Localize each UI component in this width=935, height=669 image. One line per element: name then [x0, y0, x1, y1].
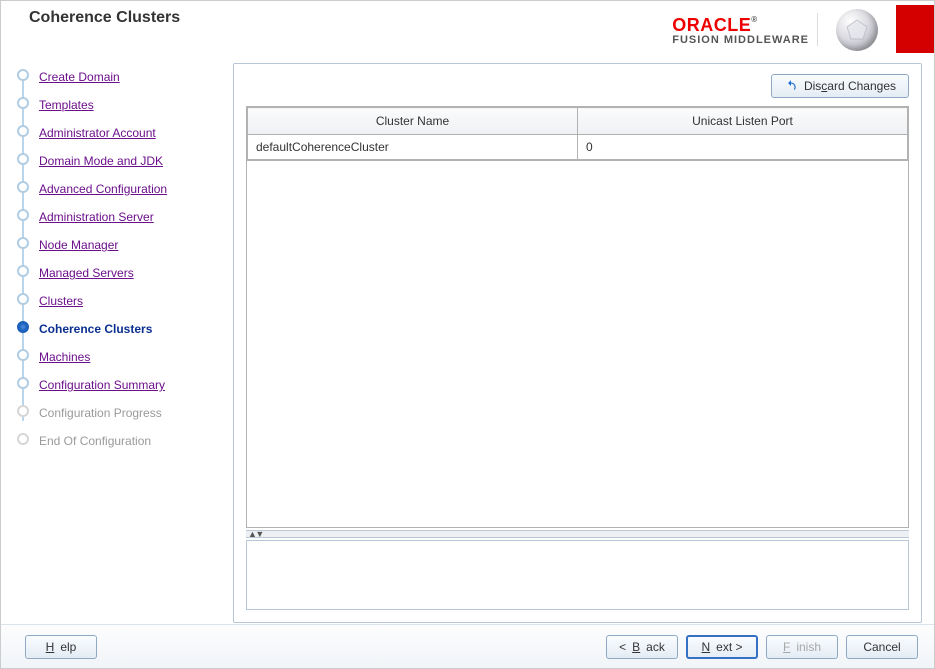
col-cluster-name[interactable]: Cluster Name [248, 108, 578, 135]
step-label[interactable]: Configuration Summary [39, 378, 165, 392]
step-label[interactable]: Advanced Configuration [39, 182, 167, 196]
step-bullet-icon [17, 209, 29, 221]
wizard-sidebar: Create Domain Templates Administrator Acco… [1, 53, 233, 623]
step-bullet-icon [17, 237, 29, 249]
brand-subtitle: FUSION MIDDLEWARE [672, 34, 809, 46]
step-label[interactable]: Administration Server [39, 210, 154, 224]
step-advanced-configuration[interactable]: Advanced Configuration [15, 175, 227, 203]
step-configuration-progress: Configuration Progress [15, 399, 227, 427]
step-label[interactable]: Administrator Account [39, 126, 156, 140]
step-node-manager[interactable]: Node Manager [15, 231, 227, 259]
step-domain-mode-and-jdk[interactable]: Domain Mode and JDK [15, 147, 227, 175]
cell-unicast-port[interactable]: 0 [578, 135, 908, 160]
back-button[interactable]: < Back [606, 635, 678, 659]
coherence-table: Cluster Name Unicast Listen Port default… [246, 106, 909, 161]
col-unicast-port[interactable]: Unicast Listen Port [578, 108, 908, 135]
step-bullet-icon [17, 433, 29, 445]
detail-panel [246, 540, 909, 610]
brand-area: ORACLE® FUSION MIDDLEWARE [672, 5, 934, 53]
step-coherence-clusters[interactable]: Coherence Clusters [15, 315, 227, 343]
step-create-domain[interactable]: Create Domain [15, 63, 227, 91]
undo-icon [784, 79, 798, 93]
table-row[interactable]: defaultCoherenceCluster0 [248, 135, 908, 160]
step-bullet-icon [17, 293, 29, 305]
step-label[interactable]: Clusters [39, 294, 83, 308]
step-bullet-icon [17, 153, 29, 165]
step-configuration-summary[interactable]: Configuration Summary [15, 371, 227, 399]
step-label[interactable]: Domain Mode and JDK [39, 154, 163, 168]
step-bullet-icon [17, 321, 29, 333]
step-bullet-icon [17, 405, 29, 417]
step-administrator-account[interactable]: Administrator Account [15, 119, 227, 147]
step-managed-servers[interactable]: Managed Servers [15, 259, 227, 287]
step-bullet-icon [17, 377, 29, 389]
step-bullet-icon [17, 349, 29, 361]
main-panel: Discard Changes Cluster Name Unicast Lis… [233, 63, 922, 623]
page-title: Coherence Clusters [29, 9, 180, 27]
step-administration-server[interactable]: Administration Server [15, 203, 227, 231]
next-button[interactable]: Next > [686, 635, 758, 659]
step-bullet-icon [17, 181, 29, 193]
step-label[interactable]: Node Manager [39, 238, 118, 252]
step-bullet-icon [17, 265, 29, 277]
brand-art [824, 5, 934, 53]
step-bullet-icon [17, 69, 29, 81]
step-label[interactable]: Coherence Clusters [39, 322, 152, 336]
step-label[interactable]: Machines [39, 350, 90, 364]
discard-changes-button[interactable]: Discard Changes [771, 74, 909, 98]
step-label: Configuration Progress [39, 406, 162, 420]
cancel-button[interactable]: Cancel [846, 635, 918, 659]
step-machines[interactable]: Machines [15, 343, 227, 371]
step-clusters[interactable]: Clusters [15, 287, 227, 315]
cell-cluster-name[interactable]: defaultCoherenceCluster [248, 135, 578, 160]
step-label: End Of Configuration [39, 434, 151, 448]
finish-button: Finish [766, 635, 838, 659]
step-label[interactable]: Create Domain [39, 70, 120, 84]
brand-oracle: ORACLE® [672, 15, 757, 36]
split-handle[interactable]: ▲ ▼ [246, 530, 909, 538]
step-bullet-icon [17, 97, 29, 109]
table-empty-area [246, 161, 909, 528]
step-label[interactable]: Managed Servers [39, 266, 134, 280]
step-end-of-configuration: End Of Configuration [15, 427, 227, 455]
step-templates[interactable]: Templates [15, 91, 227, 119]
step-label[interactable]: Templates [39, 98, 94, 112]
help-button[interactable]: Help [25, 635, 97, 659]
step-bullet-icon [17, 125, 29, 137]
